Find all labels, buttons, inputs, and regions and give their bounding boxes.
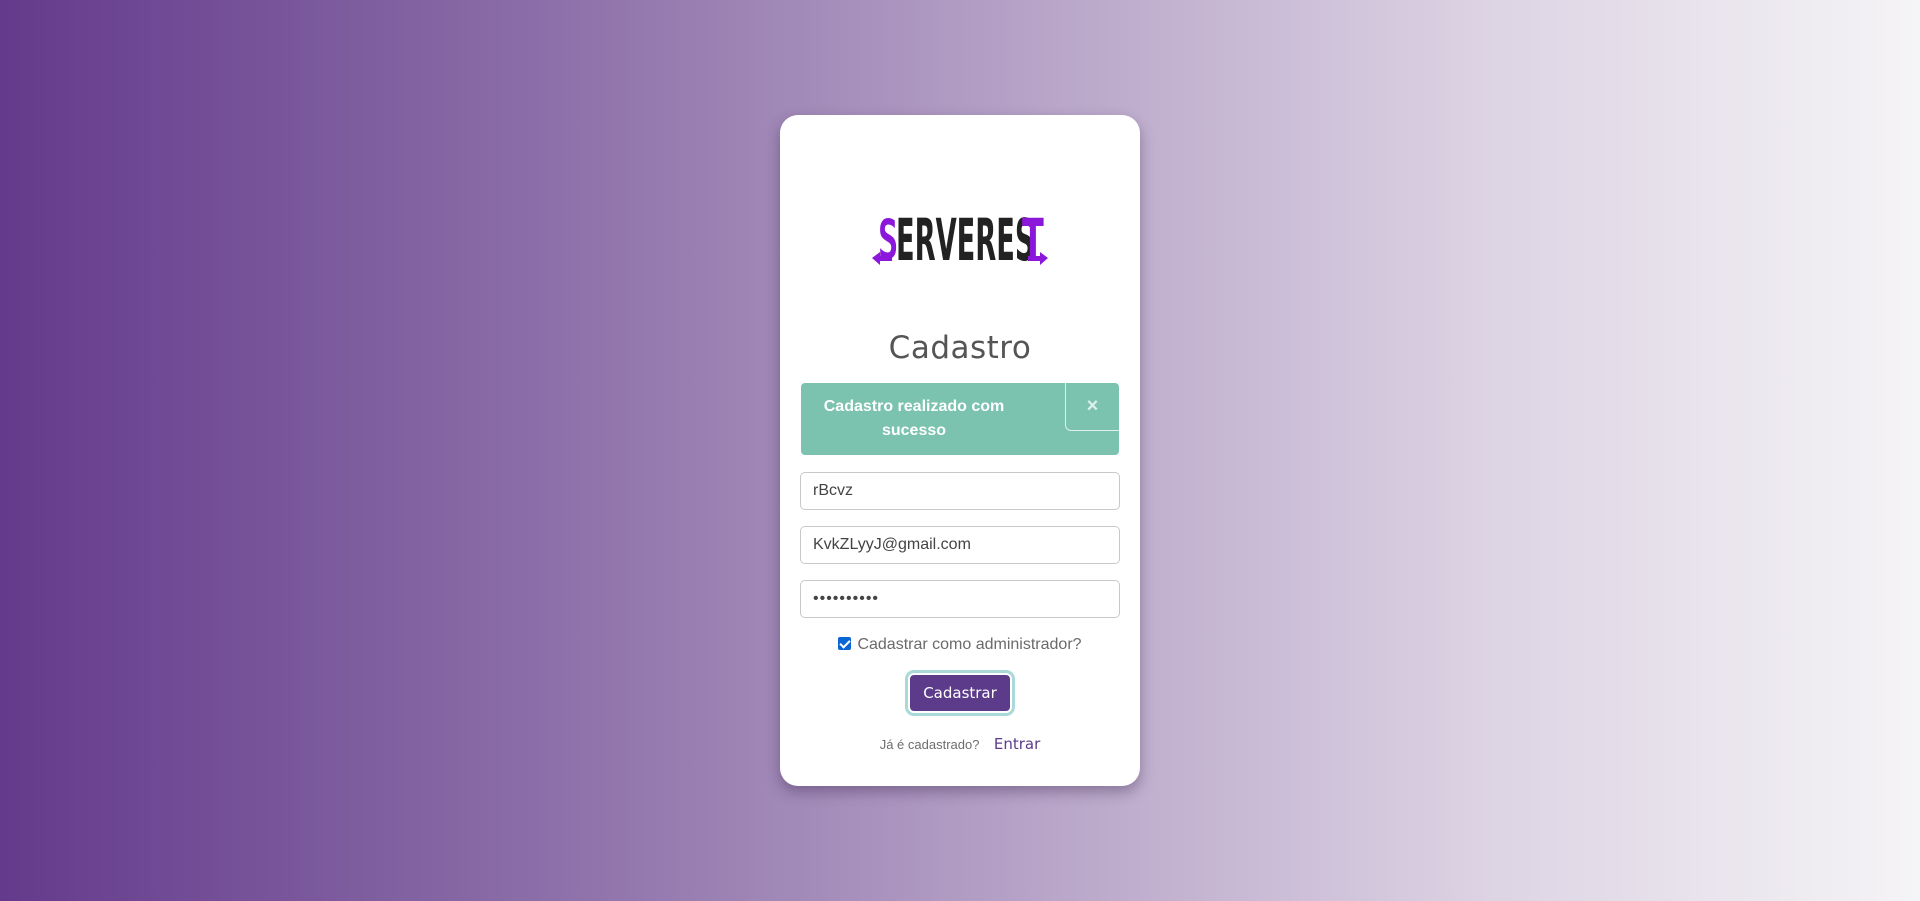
login-prompt: Já é cadastrado? Entrar [780, 735, 1140, 754]
success-alert: Cadastro realizado com sucesso × [801, 383, 1119, 455]
email-input[interactable] [800, 526, 1120, 564]
already-registered-text: Já é cadastrado? [879, 737, 980, 752]
page-title: Cadastro [888, 330, 1032, 366]
register-button[interactable]: Cadastrar [908, 673, 1012, 713]
alert-message: Cadastro realizado com sucesso [823, 398, 1005, 439]
password-input[interactable] [800, 580, 1120, 618]
serverest-logo: S ERVERES T [872, 206, 1048, 270]
signup-card: S ERVERES T Cadastro Cadastro realizado … [780, 115, 1140, 786]
admin-checkbox-row: Cadastrar como administrador? [780, 636, 1140, 654]
alert-close-button[interactable]: × [1065, 383, 1119, 431]
admin-checkbox-label[interactable]: Cadastrar como administrador? [857, 636, 1081, 653]
login-link[interactable]: Entrar [994, 735, 1040, 753]
name-input[interactable] [800, 472, 1120, 510]
admin-checkbox[interactable] [838, 637, 852, 650]
svg-text:ERVERES: ERVERES [896, 206, 1035, 270]
